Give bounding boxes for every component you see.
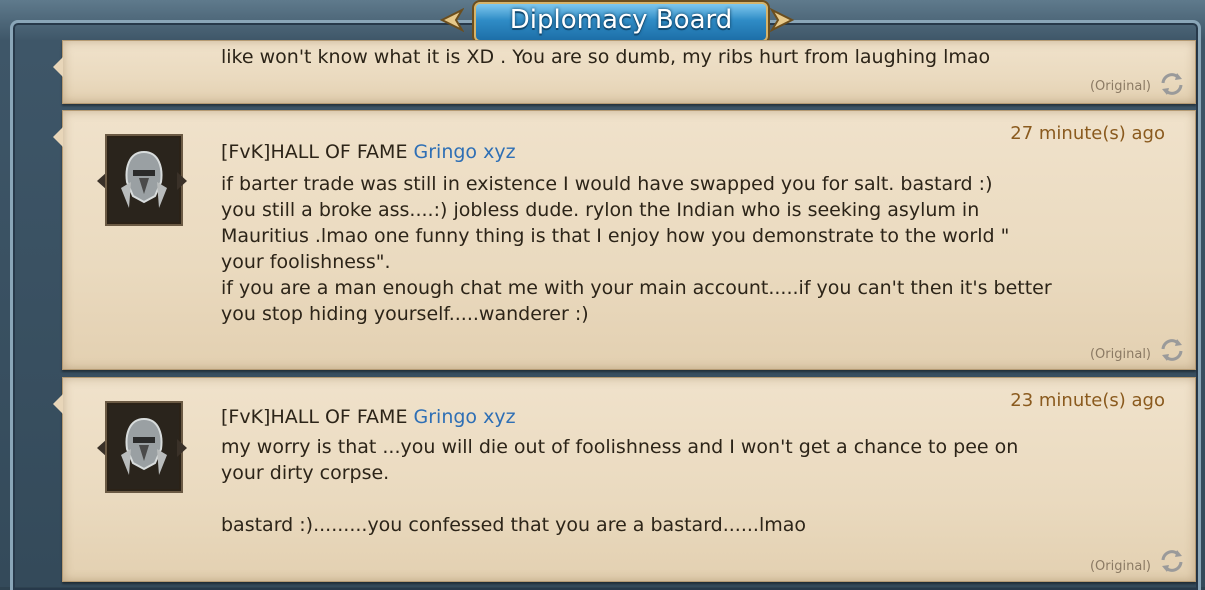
chevron-right-icon [770,7,795,33]
refresh-icon[interactable] [1157,69,1187,99]
knight-helmet-avatar [109,405,179,489]
page-title: Diplomacy Board [509,5,733,35]
original-link[interactable]: (Original) [1090,79,1151,94]
message-card: like won't know what it is XD . You are … [53,40,1196,104]
avatar-right-pointer [177,172,187,190]
sender-tag: [FvK]HALL OF FAME [221,406,408,428]
refresh-icon[interactable] [1157,546,1187,576]
avatar-right-pointer [177,439,187,457]
sender-tag: [FvK]HALL OF FAME [221,141,408,163]
sender-line: [FvK]HALL OF FAME Gringo xyz [221,406,516,428]
avatar-left-pointer [97,439,107,457]
sender-name[interactable]: Gringo xyz [414,406,516,428]
knight-helmet-avatar [109,138,179,222]
message-card: 23 minute(s) ago [FvK]HALL OF FAME Gring… [53,377,1196,582]
refresh-icon[interactable] [1157,335,1187,365]
original-link[interactable]: (Original) [1090,347,1151,362]
message-body: like won't know what it is XD . You are … [221,46,991,68]
chevron-left-icon [439,7,464,33]
message-time: 23 minute(s) ago [1010,390,1165,411]
board-header: Diplomacy Board [432,0,802,42]
avatar[interactable] [97,136,187,224]
sender-name[interactable]: Gringo xyz [414,141,516,163]
diplomacy-board-frame: Diplomacy Board like won't know what it … [0,0,1205,590]
message-time: 27 minute(s) ago [1010,123,1165,144]
message-card: 27 minute(s) ago [FvK]HALL OF FAME Gring… [53,110,1196,370]
avatar-frame [107,403,181,491]
message-body: if barter trade was still in existence I… [221,173,1052,325]
avatar-left-pointer [97,172,107,190]
avatar[interactable] [97,403,187,491]
message-body: my worry is that ...you will die out of … [221,436,1019,536]
avatar-frame [107,136,181,224]
sender-line: [FvK]HALL OF FAME Gringo xyz [221,141,516,163]
original-link[interactable]: (Original) [1090,559,1151,574]
